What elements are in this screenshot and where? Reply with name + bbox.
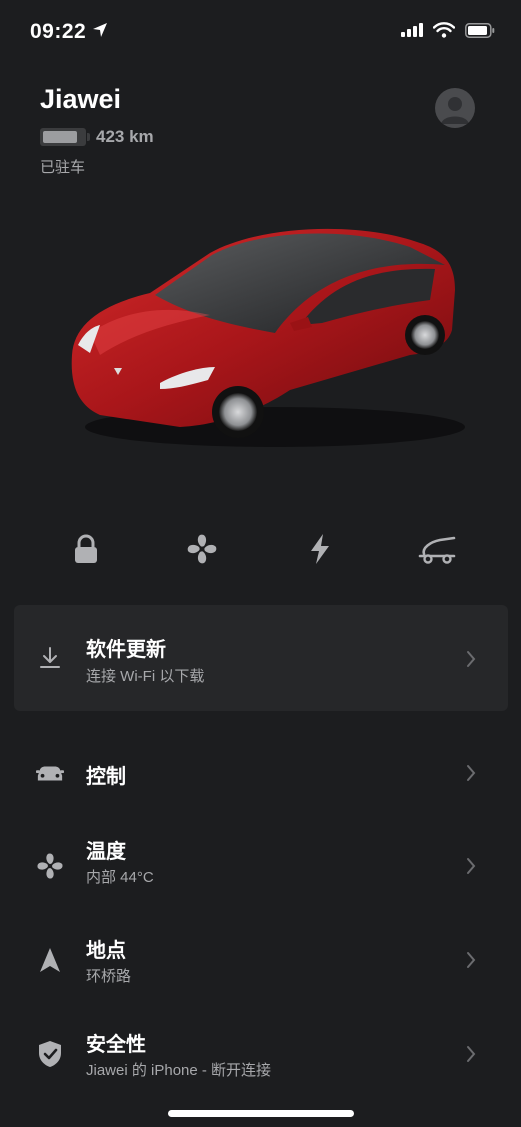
download-icon bbox=[40, 647, 60, 668]
menu-subtitle: Jiawei 的 iPhone - 断开连接 bbox=[86, 1062, 272, 1079]
battery-fill bbox=[43, 131, 77, 143]
update-subtitle: 连接 Wi-Fi 以下载 bbox=[86, 668, 205, 685]
battery-row: 423 km bbox=[40, 127, 154, 147]
menu-row-controls[interactable]: 控制 bbox=[0, 727, 521, 817]
frunk-icon bbox=[418, 536, 456, 564]
menu-subtitle: 内部 44°C bbox=[86, 869, 154, 886]
car-name: Jiawei bbox=[40, 84, 122, 114]
status-time: 09:22 bbox=[30, 20, 87, 43]
location-arrow-icon bbox=[93, 23, 107, 37]
navigation-arrow-icon bbox=[36, 946, 64, 974]
update-title: 软件更新 bbox=[86, 639, 166, 661]
lock-icon bbox=[75, 534, 97, 563]
climate-button[interactable] bbox=[178, 525, 226, 573]
chevron-right-icon bbox=[467, 952, 476, 968]
chevron-right-icon bbox=[467, 1046, 476, 1062]
software-update-card[interactable]: 软件更新 连接 Wi-Fi 以下载 bbox=[14, 605, 508, 711]
vehicle-header: Jiawei 423 km 已驻车 bbox=[40, 84, 154, 177]
menu-row-security[interactable]: 安全性 Jiawei 的 iPhone - 断开连接 bbox=[0, 1008, 521, 1098]
chevron-right-icon bbox=[467, 651, 476, 667]
cellular-signal-icon bbox=[401, 23, 423, 37]
menu-row-location[interactable]: 地点 环桥路 bbox=[0, 914, 521, 1004]
parked-status: 已驻车 bbox=[40, 159, 86, 176]
chevron-right-icon bbox=[467, 858, 476, 874]
menu-title: 安全性 bbox=[86, 1034, 146, 1056]
status-bar: 09:22 bbox=[0, 0, 521, 64]
car-icon bbox=[36, 759, 64, 787]
fan-icon bbox=[187, 534, 217, 564]
menu-title: 控制 bbox=[86, 766, 126, 788]
car-image bbox=[71, 228, 465, 447]
menu-row-climate[interactable]: 温度 内部 44°C bbox=[0, 820, 521, 910]
profile-avatar-icon[interactable] bbox=[435, 88, 475, 128]
chevron-right-icon bbox=[467, 765, 476, 781]
menu-title: 地点 bbox=[86, 940, 126, 962]
battery-status-icon bbox=[465, 22, 495, 38]
wifi-icon bbox=[433, 22, 455, 38]
fan-icon bbox=[36, 852, 64, 880]
shield-check-icon bbox=[36, 1040, 64, 1068]
lock-button[interactable] bbox=[62, 525, 110, 573]
menu-title: 温度 bbox=[86, 841, 126, 863]
range-text: 423 km bbox=[96, 127, 154, 146]
battery-indicator bbox=[40, 128, 90, 146]
frunk-button[interactable] bbox=[413, 525, 461, 573]
menu-subtitle: 环桥路 bbox=[86, 968, 132, 985]
charge-button[interactable] bbox=[296, 525, 344, 573]
quick-actions-row bbox=[0, 525, 521, 573]
home-indicator[interactable] bbox=[168, 1110, 354, 1117]
bolt-icon bbox=[311, 534, 329, 564]
